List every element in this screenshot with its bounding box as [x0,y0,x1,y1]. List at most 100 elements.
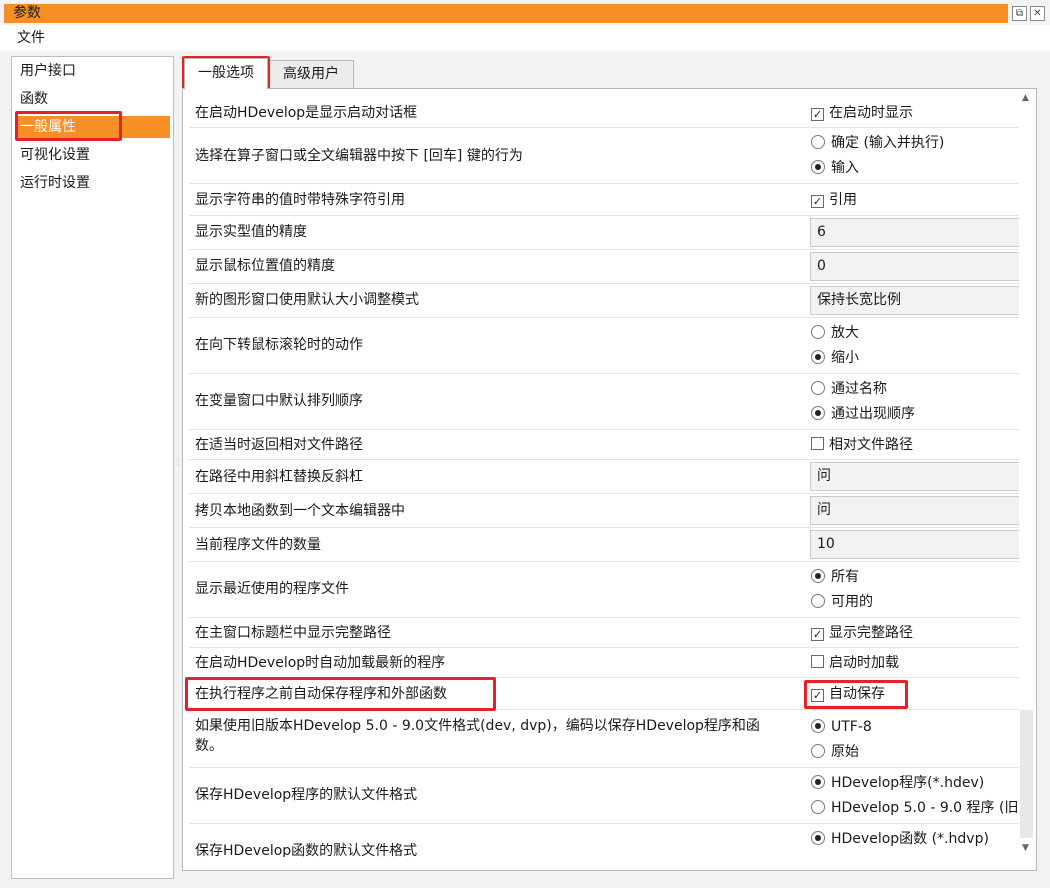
setting-row: 保存HDevelop程序的默认文件格式 HDevelop程序(*.hdev) H… [189,768,1019,824]
setting-row: 在执行程序之前自动保存程序和外部函数 ✓ 自动保存 [189,678,1019,710]
scroll-down-icon[interactable]: ▼ [1022,843,1029,853]
setting-row: 显示最近使用的程序文件 所有 可用的 [189,562,1019,618]
radio-circle [811,775,825,789]
radio-label: HDevelop 5.0 - 9.0 程序 (旧 [831,800,1019,816]
quote-checkbox[interactable]: ✓ 引用 [811,190,857,210]
recent-radio-available[interactable]: 可用的 [811,592,873,612]
setting-row: 在适当时返回相对文件路径 相对文件路径 [189,430,1019,460]
radio-circle [811,719,825,733]
setting-row: 如果使用旧版本HDevelop 5.0 - 9.0文件格式(dev, dvp)，… [189,710,1019,768]
show-startup-checkbox[interactable]: ✓ 在启动时显示 [811,103,913,123]
radio-circle [811,569,825,583]
setting-label: 在路径中用斜杠替换反斜杠 [195,469,363,485]
recent-radio-all[interactable]: 所有 [811,567,859,587]
radio-circle [811,381,825,395]
copy-local-functions-select[interactable]: 问 [810,496,1019,525]
checkbox-box [811,437,824,450]
radio-label: 可用的 [831,594,873,610]
setting-row: 在向下转鼠标滚轮时的动作 放大 缩小 [189,318,1019,374]
setting-label: 在变量窗口中默认排列顺序 [195,393,363,409]
radio-label: 通过出现顺序 [831,406,915,422]
menu-bar: 文件 [0,25,1050,51]
setting-label: 如果使用旧版本HDevelop 5.0 - 9.0文件格式(dev, dvp)，… [195,718,760,754]
radio-circle [811,800,825,814]
resize-mode-select[interactable]: 保持长宽比例 [810,286,1019,315]
setting-row: 显示实型值的精度 6 [189,216,1019,250]
restore-icon: ⧉ [1015,7,1024,19]
setting-row: 在启动HDevelop是显示启动对话框 ✓ 在启动时显示 [189,92,1019,128]
relative-path-checkbox[interactable]: 相对文件路径 [811,435,913,455]
setting-row: 拷贝本地函数到一个文本编辑器中 问 [189,494,1019,528]
horizontal-scrollbar[interactable] [189,857,1019,868]
enter-action-radio-confirm[interactable]: 确定 (输入并执行) [811,133,944,153]
setting-label: 显示字符串的值时带特殊字符引用 [195,192,405,208]
setting-row: 新的图形窗口使用默认大小调整模式 保持长宽比例 [189,284,1019,318]
encoding-radio-utf8[interactable]: UTF-8 [811,717,872,737]
full-path-checkbox[interactable]: ✓ 显示完整路径 [811,623,913,643]
checkbox-label: 相对文件路径 [829,437,913,453]
radio-label: UTF-8 [831,719,872,735]
radio-label: HDevelop函数 (*.hdvp) [831,831,989,847]
tab-general-options[interactable]: 一般选项 [184,58,268,89]
sort-radio-name[interactable]: 通过名称 [811,379,887,399]
setting-row: 选择在算子窗口或全文编辑器中按下 [回车] 键的行为 确定 (输入并执行) 输入 [189,128,1019,184]
wheel-radio-zoom-out[interactable]: 缩小 [811,348,859,368]
sort-radio-occurrence[interactable]: 通过出现顺序 [811,404,915,424]
settings-list: 在启动HDevelop是显示启动对话框 ✓ 在启动时显示 选择在算子窗口或全文编辑… [189,92,1019,868]
splitter-handle[interactable]: ⋮ [174,458,182,466]
radio-circle [811,744,825,758]
slash-replace-select[interactable]: 问 [810,462,1019,491]
setting-label: 在主窗口标题栏中显示完整路径 [195,625,391,641]
radio-label: 放大 [831,325,859,341]
title-bar: 参数 ⧉ ✕ [0,0,1050,25]
checkbox-box: ✓ [811,195,824,208]
checkbox-box: ✓ [811,108,824,121]
real-precision-input[interactable]: 6 [810,218,1019,247]
setting-row: 在路径中用斜杠替换反斜杠 问 [189,460,1019,494]
scroll-up-icon[interactable]: ▲ [1022,93,1029,103]
setting-label: 显示实型值的精度 [195,224,307,240]
radio-label: 原始 [831,744,859,760]
scrollbar-thumb[interactable] [1020,710,1033,838]
mouse-precision-input[interactable]: 0 [810,252,1019,281]
checkbox-label: 自动保存 [829,686,885,702]
checkbox-label: 显示完整路径 [829,625,913,641]
radio-circle [811,594,825,608]
program-format-radio-hdev[interactable]: HDevelop程序(*.hdev) [811,773,984,793]
sidebar-item-general-properties[interactable]: 一般属性 [15,116,170,138]
radio-circle [811,831,825,845]
program-format-radio-legacy[interactable]: HDevelop 5.0 - 9.0 程序 (旧 [811,798,1018,818]
setting-label: 新的图形窗口使用默认大小调整模式 [195,292,419,308]
close-window-button[interactable]: ✕ [1030,6,1045,21]
radio-label: 输入 [831,160,859,176]
autoload-checkbox[interactable]: 启动时加载 [811,653,899,673]
wheel-radio-zoom-in[interactable]: 放大 [811,323,859,343]
menu-file[interactable]: 文件 [17,28,45,48]
sidebar-item-functions[interactable]: 函数 [15,88,170,110]
checkbox-label: 启动时加载 [829,655,899,671]
title-bar-fill [4,4,1008,23]
vertical-scrollbar[interactable]: ▲ ▼ [1019,92,1034,857]
checkbox-box: ✓ [811,628,824,641]
setting-row: 在主窗口标题栏中显示完整路径 ✓ 显示完整路径 [189,618,1019,648]
setting-label: 显示最近使用的程序文件 [195,581,349,597]
sidebar-item-visualization-settings[interactable]: 可视化设置 [15,144,170,166]
encoding-radio-original[interactable]: 原始 [811,742,859,762]
setting-row: 在启动HDevelop时自动加载最新的程序 启动时加载 [189,648,1019,678]
checkbox-box: ✓ [811,689,824,702]
sidebar-item-user-interface[interactable]: 用户接口 [15,60,170,82]
radio-label: 通过名称 [831,381,887,397]
autosave-checkbox[interactable]: ✓ 自动保存 [811,684,885,704]
tab-advanced-user[interactable]: 高级用户 [268,60,354,88]
restore-window-button[interactable]: ⧉ [1012,6,1027,21]
recent-files-count-input[interactable]: 10 [810,530,1019,559]
sidebar-item-runtime-settings[interactable]: 运行时设置 [15,172,170,194]
close-icon: ✕ [1033,7,1042,19]
checkbox-box [811,655,824,668]
setting-label: 保存HDevelop程序的默认文件格式 [195,787,418,803]
radio-circle [811,160,825,174]
enter-action-radio-input[interactable]: 输入 [811,158,859,178]
radio-circle [811,406,825,420]
function-format-radio-hdvp[interactable]: HDevelop函数 (*.hdvp) [811,829,989,849]
setting-row: 显示字符串的值时带特殊字符引用 ✓ 引用 [189,184,1019,216]
